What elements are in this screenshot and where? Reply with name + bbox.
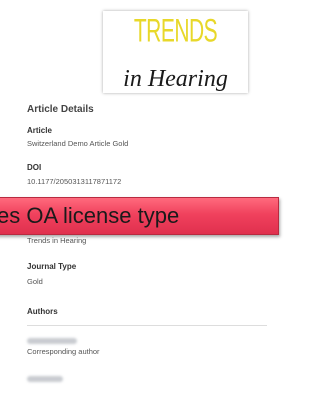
logo-trends-text: TRENDS [133,13,218,50]
article-value: Switzerland Demo Article Gold [27,139,129,148]
article-details-heading: Article Details [27,104,94,115]
journal-value: Trends in Hearing [27,236,87,245]
doi-value[interactable]: 10.1177/2050313117871172 [27,177,121,186]
banner-text: es OA license type [0,203,180,228]
authors-divider [27,325,267,326]
article-label: Article [27,126,52,135]
authors-heading: Authors [27,307,58,316]
journal-logo: TRENDS in Hearing [103,11,248,93]
doi-label: DOI [27,163,42,172]
author-name-redacted-2 [27,376,63,382]
oa-license-callout-banner: es OA license type [0,197,279,235]
journal-type-value: Gold [27,277,43,286]
journal-type-label: Journal Type [27,262,77,271]
logo-in-hearing-text: in Hearing [123,66,228,92]
corresponding-author-role: Corresponding author [27,347,100,356]
author-name-redacted [27,338,77,344]
